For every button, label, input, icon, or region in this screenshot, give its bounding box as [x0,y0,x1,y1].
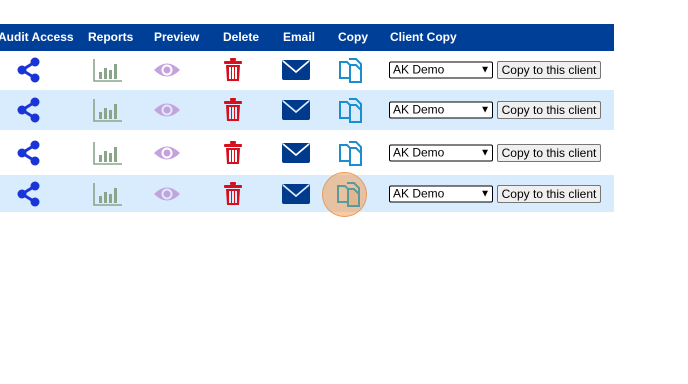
chevron-down-icon: ▼ [480,64,490,76]
envelope-icon[interactable] [282,142,310,163]
col-delete: Delete [223,30,260,44]
eye-icon[interactable] [153,101,181,119]
table-row: AK Demo ▼ Copy to this client [0,172,614,217]
col-preview: Preview [154,30,200,44]
trash-icon[interactable] [223,181,243,206]
copy-icon[interactable] [338,97,364,123]
trash-icon[interactable] [223,98,243,122]
copy-to-client-button[interactable]: Copy to this client [497,184,601,203]
table-row: AK Demo ▼ Copy to this client [0,51,614,89]
col-reports: Reports [88,30,134,44]
copy-icon[interactable] [338,140,364,166]
client-select-value: AK Demo [393,186,445,200]
client-select-value: AK Demo [393,102,445,117]
copy-to-client-button[interactable]: Copy to this client [497,61,601,79]
share-icon[interactable] [16,140,42,166]
col-audit-access: Audit Access [0,30,74,44]
client-select[interactable]: AK Demo ▼ [389,144,493,161]
envelope-icon[interactable] [282,100,310,120]
eye-icon[interactable] [153,185,181,203]
reports-grid: Audit Access Reports Preview Delete Emai… [0,24,614,217]
client-select[interactable]: AK Demo ▼ [389,185,493,202]
trash-icon[interactable] [223,140,243,165]
eye-icon[interactable] [153,61,181,79]
bar-chart-icon[interactable] [93,58,123,82]
trash-icon[interactable] [223,58,243,82]
eye-icon[interactable] [153,144,181,162]
col-copy: Copy [338,30,368,44]
envelope-icon[interactable] [282,60,310,80]
share-icon[interactable] [16,181,42,207]
copy-icon[interactable] [338,57,364,83]
table-row: AK Demo ▼ Copy to this client [0,89,614,130]
table-row: AK Demo ▼ Copy to this client [0,130,614,174]
copy-to-client-button[interactable]: Copy to this client [497,101,601,119]
bar-chart-icon[interactable] [93,141,123,165]
client-select-value: AK Demo [393,62,445,77]
grid-header: Audit Access Reports Preview Delete Emai… [0,24,614,51]
client-select[interactable]: AK Demo ▼ [389,101,493,119]
chevron-down-icon: ▼ [480,104,490,116]
bar-chart-icon[interactable] [93,182,123,206]
col-client-copy: Client Copy [390,30,457,44]
share-icon[interactable] [16,97,42,123]
chevron-down-icon: ▼ [480,147,490,158]
client-select-value: AK Demo [393,145,445,159]
envelope-icon[interactable] [282,183,310,204]
bar-chart-icon[interactable] [93,98,123,122]
copy-to-client-button[interactable]: Copy to this client [497,143,601,162]
chevron-down-icon: ▼ [480,188,490,199]
share-icon[interactable] [16,57,42,83]
copy-icon[interactable] [336,181,362,207]
col-email: Email [283,30,316,44]
client-select[interactable]: AK Demo ▼ [389,61,493,79]
